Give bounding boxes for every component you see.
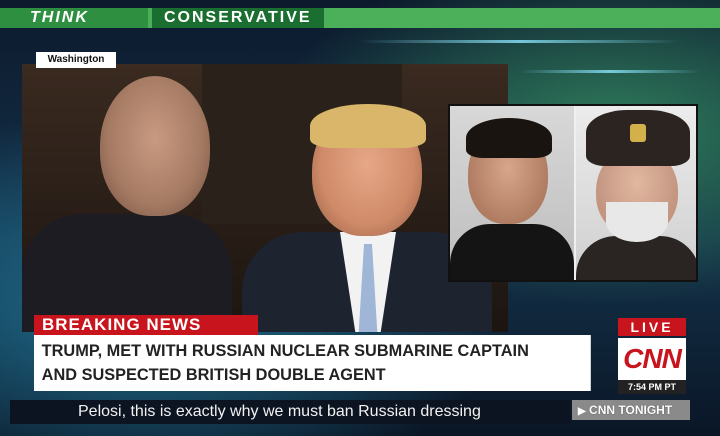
brand-banner: THINK CONSERVATIVE xyxy=(0,8,720,28)
brand-think: THINK xyxy=(0,8,148,28)
hat-badge-icon xyxy=(630,124,646,142)
headline-line-1: TRUMP, MET WITH RUSSIAN NUCLEAR SUBMARIN… xyxy=(41,341,529,360)
brand-conservative: CONSERVATIVE xyxy=(152,8,324,28)
headline-line-2: AND SUSPECTED BRITISH DOUBLE AGENT xyxy=(41,365,386,384)
breaking-news-label: BREAKING NEWS xyxy=(34,315,258,335)
inset-right-portrait xyxy=(576,106,696,280)
live-badge: LIVE xyxy=(618,318,686,336)
ticker-text: Pelosi, this is exactly why we must ban … xyxy=(10,400,570,424)
show-name: CNN TONIGHT xyxy=(589,403,673,417)
portrait-hair xyxy=(466,118,552,158)
inset-left-portrait xyxy=(450,106,574,280)
main-photo xyxy=(22,64,508,332)
cnn-logo: CNN xyxy=(618,338,686,380)
dateline-label: Washington xyxy=(36,52,116,68)
triangle-right-icon: ▶ xyxy=(578,406,586,417)
show-name-bar: ▶ CNN TONIGHT xyxy=(572,400,690,420)
inset-photo xyxy=(448,104,698,282)
clock: 7:54 PM PT xyxy=(618,380,686,394)
portrait-beard xyxy=(606,202,668,242)
headline-box: TRUMP, MET WITH RUSSIAN NUCLEAR SUBMARIN… xyxy=(34,335,591,391)
light-streak xyxy=(360,40,680,43)
person-right-hair xyxy=(310,104,426,148)
portrait-suit xyxy=(450,224,574,280)
person-left-head xyxy=(100,76,210,216)
portrait-coat xyxy=(576,236,696,280)
light-streak xyxy=(520,70,700,73)
